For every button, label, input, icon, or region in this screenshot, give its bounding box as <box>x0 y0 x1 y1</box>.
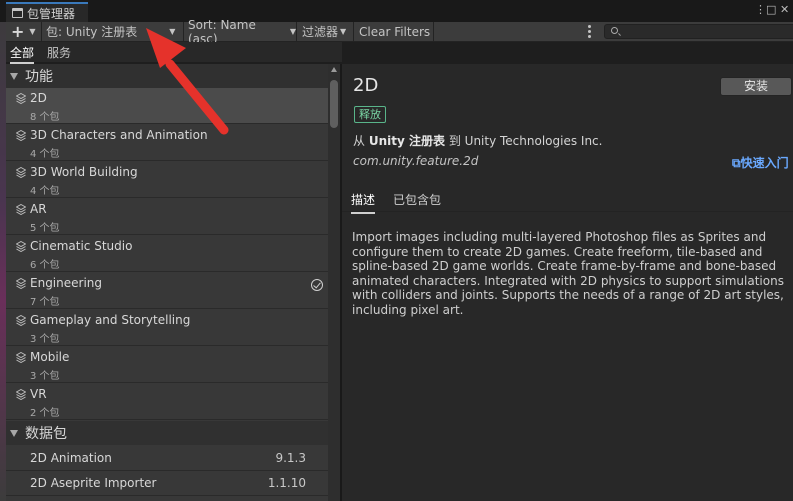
section-title: 数据包 <box>25 426 67 442</box>
detail-tabs: 描述 已包含包 <box>342 182 793 214</box>
feature-count: 3 个包 <box>30 334 60 345</box>
feature-item[interactable]: 3D World Building 4 个包 <box>6 162 328 198</box>
feature-item[interactable]: Engineering 7 个包 <box>6 273 328 309</box>
feature-layers-icon <box>16 389 26 400</box>
package-item[interactable]: 2D Animation 9.1.3 <box>6 446 328 471</box>
maximize-icon[interactable]: □ <box>766 3 776 16</box>
registry-filter-label: 包: Unity 注册表 <box>46 25 138 39</box>
feature-name: Mobile <box>30 350 70 364</box>
feature-count: 6 个包 <box>30 260 60 271</box>
registry-mid: 到 <box>448 134 461 148</box>
feature-layers-icon <box>16 93 26 104</box>
feature-name: Engineering <box>30 276 102 290</box>
tab-included-packages[interactable]: 已包含包 <box>393 191 441 208</box>
registry-line: 从 Unity 注册表 到 Unity Technologies Inc. <box>353 132 602 149</box>
feature-name: 3D World Building <box>30 165 138 179</box>
scrollbar-thumb[interactable] <box>330 80 338 128</box>
feature-item[interactable]: AR 5 个包 <box>6 199 328 235</box>
search-icon <box>611 27 618 34</box>
package-id: com.unity.feature.2d <box>353 154 479 168</box>
window-icon <box>12 8 23 18</box>
quick-start-label: 快速入门 <box>740 156 789 170</box>
package-version: 1.1.10 <box>267 476 306 490</box>
title-bar: 包管理器 ⋮ □ ✕ <box>0 0 793 22</box>
feature-name: Gameplay and Storytelling <box>30 313 191 327</box>
feature-item[interactable]: Gameplay and Storytelling 3 个包 <box>6 310 328 346</box>
feature-item[interactable]: Cinematic Studio 6 个包 <box>6 236 328 272</box>
plus-icon: + <box>11 22 25 41</box>
package-item[interactable]: 2D Aseprite Importer 1.1.10 <box>6 471 328 496</box>
list-scrollbar[interactable] <box>328 64 340 501</box>
package-version: 9.1.3 <box>275 451 306 465</box>
more-options-icon[interactable] <box>588 25 591 38</box>
install-button[interactable]: 安装 <box>720 77 792 96</box>
chevron-down-icon: ▼ <box>289 27 296 36</box>
filters-dropdown[interactable]: 过滤器 ▼ <box>297 22 354 41</box>
feature-count: 4 个包 <box>30 186 60 197</box>
section-packages[interactable]: 数据包 <box>6 421 328 445</box>
feature-count: 4 个包 <box>30 149 60 160</box>
tab-description[interactable]: 描述 <box>351 191 376 214</box>
feature-count: 2 个包 <box>30 408 60 419</box>
clear-filters-label: Clear Filters <box>359 24 431 39</box>
chevron-down-icon: ▼ <box>340 27 347 36</box>
package-details: 2D 安装 释放 从 Unity 注册表 到 Unity Technologie… <box>342 64 793 501</box>
feature-layers-icon <box>16 352 26 363</box>
feature-layers-icon <box>16 241 26 252</box>
feature-layers-icon <box>16 278 26 289</box>
feature-count: 8 个包 <box>30 112 60 123</box>
feature-layers-icon <box>16 204 26 215</box>
feature-layers-icon <box>16 130 26 141</box>
package-title: 2D <box>353 75 379 96</box>
feature-layers-icon <box>16 167 26 178</box>
window-title: 包管理器 <box>27 6 76 21</box>
feature-item[interactable]: Mobile 3 个包 <box>6 347 328 383</box>
search-input[interactable] <box>604 24 793 39</box>
package-description: Import images including multi-layered Ph… <box>352 230 784 317</box>
quick-start-link[interactable]: ⧉快速入门 <box>732 154 789 171</box>
filters-label: 过滤器 <box>302 25 339 39</box>
installed-check-icon <box>311 279 323 291</box>
expand-triangle-icon <box>10 429 18 437</box>
section-title: 功能 <box>25 69 53 85</box>
registry-name: Unity 注册表 <box>368 134 445 148</box>
toolbar: + ▼ 包: Unity 注册表 ▼ Sort: Name (asc) ▼ 过滤… <box>6 18 793 46</box>
feature-name: VR <box>30 387 47 401</box>
feature-layers-icon <box>16 315 26 326</box>
feature-count: 7 个包 <box>30 297 60 308</box>
tab-all[interactable]: 全部 <box>10 44 35 64</box>
scroll-up-arrow-icon[interactable] <box>331 67 337 72</box>
clear-filters-button[interactable]: Clear Filters <box>354 22 434 41</box>
close-icon[interactable]: ✕ <box>780 3 789 16</box>
feature-count: 5 个包 <box>30 223 60 234</box>
documentation-icon: ⧉ <box>732 156 741 170</box>
annotation-arrow-icon <box>146 28 229 135</box>
release-badge: 释放 <box>354 106 386 123</box>
publisher-name: Unity Technologies Inc. <box>464 134 603 148</box>
tab-services[interactable]: 服务 <box>47 44 71 61</box>
feature-name: AR <box>30 202 47 216</box>
expand-triangle-icon <box>10 72 18 80</box>
window-menu-icon[interactable]: ⋮ <box>755 3 766 16</box>
add-package-button[interactable]: + ▼ <box>6 22 42 41</box>
feature-name: 2D <box>30 91 47 105</box>
window-tab[interactable]: 包管理器 <box>6 2 88 22</box>
feature-name: Cinematic Studio <box>30 239 133 253</box>
feature-item[interactable]: VR 2 个包 <box>6 384 328 420</box>
package-name: 2D Aseprite Importer <box>30 476 157 490</box>
package-name: 2D Animation <box>30 451 112 465</box>
registry-prefix: 从 <box>353 134 366 148</box>
chevron-down-icon: ▼ <box>29 27 36 36</box>
feature-count: 3 个包 <box>30 371 60 382</box>
